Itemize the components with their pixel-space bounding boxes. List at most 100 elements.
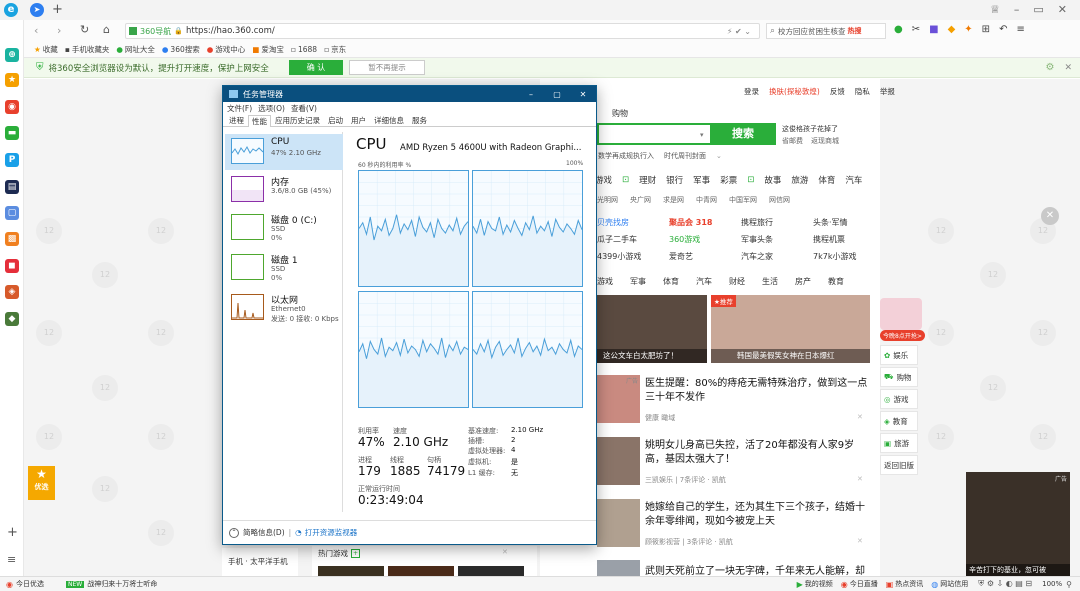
news-tab[interactable]: 军事 [630,276,646,287]
search-suggestion[interactable]: 时代周刊封面 [664,151,706,161]
tab-app-history[interactable]: 应用历史记录 [271,114,324,126]
status-site-credit[interactable]: 网站信用 [940,579,968,589]
compass-icon[interactable]: ➤ [30,3,44,17]
resource-memory[interactable]: 内存 3.6/8.0 GB (45%) [225,172,343,208]
search-dropdown-icon[interactable]: ▾ [700,131,704,139]
promo-gift-icon[interactable] [880,298,922,330]
bookmark-mobile[interactable]: ▪ 手机收藏夹 [65,44,110,55]
bookmark-jd[interactable]: ▫ 京东 [324,44,346,55]
search-input[interactable] [597,123,710,145]
bookmark-360search[interactable]: ● 360搜索 [162,44,200,55]
nav-item[interactable]: 银行 [666,174,683,186]
gov-link[interactable]: 中青网 [696,195,717,205]
zoom-icon[interactable]: ⚲ [1066,580,1072,589]
sidebar-favorites-icon[interactable]: ★ [5,73,19,87]
undo-icon[interactable]: ↶ [999,24,1007,35]
back-icon[interactable]: ‹ [34,24,38,37]
scissors-icon[interactable]: ✂ [912,24,920,35]
news-close-icon[interactable]: ✕ [857,475,863,483]
news-tab[interactable]: 房产 [795,276,811,287]
tab-processes[interactable]: 进程 [225,114,248,126]
grid-icon[interactable]: ⊞ [982,24,990,35]
open-resource-monitor-link[interactable]: 打开资源监视器 [305,527,358,538]
resource-disk-0[interactable]: 磁盘 0 (C:) SSD 0% [225,210,343,246]
plus-icon[interactable]: + [351,549,361,558]
extension-icon[interactable]: ■ [929,24,938,35]
shield-icon[interactable]: ◆ [948,24,956,35]
bookmark-1688[interactable]: ▫ 1688 [291,45,317,54]
news-tab[interactable]: 游戏 [597,276,613,287]
sidebar-game-icon[interactable]: ▩ [5,232,19,246]
nav-item[interactable]: 汽车 [845,174,862,186]
site-link[interactable]: 爱奇艺 [669,251,741,262]
skin-close-icon[interactable]: ✕ [1041,207,1059,225]
game-icon[interactable]: ✦ [964,24,972,35]
resource-cpu[interactable]: CPU 47% 2.10 GHz [225,134,343,170]
tab-services[interactable]: 服务 [408,114,431,126]
news-tab[interactable]: 财经 [729,276,745,287]
sidebar-news-icon[interactable]: ▤ [5,180,19,194]
site-link[interactable]: 贝壳找房 [597,217,669,228]
promo-bubble[interactable]: 今晚8点开抢> [880,330,925,341]
feedback-link[interactable]: 反馈 [830,86,845,97]
site-link[interactable]: 头条·军情 [813,217,867,228]
status-today-deals[interactable]: 今日优选 [16,579,44,589]
side-menu-item[interactable]: 旅游 [894,438,909,449]
sidebar-game3-icon[interactable]: ◆ [5,312,19,326]
news-close-icon[interactable]: ✕ [857,413,863,421]
search-link-postage[interactable]: 省邮费 [782,136,803,146]
status-tools-icon[interactable]: ⛨ ⚙ ⇩ ◐ ▤ ⊟ [978,579,1032,589]
reload-icon[interactable]: ↻ [80,23,89,36]
bookmark-games[interactable]: ● 游戏中心 [207,44,246,55]
search-tab-shopping[interactable]: 购物 [612,108,628,119]
news-title[interactable]: 姚明女儿身高已失控，活了20年都没有人家9岁高，基因太强大了！ [645,439,870,467]
tm-menu-file[interactable]: 文件(F) [227,103,252,114]
bookmark-sites[interactable]: ● 网址大全 [116,44,155,55]
status-news-ticker[interactable]: 战神归来十万将士听命 [87,579,157,589]
chevron-up-icon[interactable]: ⌃ [229,527,239,538]
tm-close-button[interactable]: ✕ [570,90,596,99]
news-title[interactable]: 她嫁给自己的学生，还为其生下三个孩子，结婚十余年零绯闻，现如今被宠上天 [645,501,870,529]
news-tab[interactable]: 教育 [828,276,844,287]
maximize-button[interactable]: ▭ [1026,3,1050,16]
skin-icon[interactable]: ♕ [983,3,1007,16]
game-thumb[interactable] [458,566,524,576]
notice-confirm-button[interactable]: 确 认 [288,60,344,75]
news-thumb[interactable] [597,560,640,576]
sidebar-game2-icon[interactable]: ◈ [5,285,19,299]
settings-icon[interactable]: ⚙ [1045,62,1054,73]
hot-games-title[interactable]: 热门游戏 [318,548,348,559]
side-menu-item[interactable]: 购物 [896,372,911,383]
status-hot-news[interactable]: 热点资讯 [895,579,923,589]
minimize-button[interactable]: – [1007,3,1027,16]
search-hint[interactable]: 这俊格孩子花掉了 [782,124,838,134]
address-tools-icon[interactable]: ⚡ ✔ ⌄ [727,27,759,36]
gov-link[interactable]: 中国军网 [729,195,757,205]
zoom-level[interactable]: 100% [1042,580,1062,588]
browser-search-box[interactable]: ⌕ 校方回应贫困生核查 热搜 [766,23,886,39]
gov-link[interactable]: 光明网 [597,195,618,205]
left-promo[interactable]: ★ 优选 [28,466,55,500]
report-link[interactable]: 举报 [880,86,895,97]
site-link[interactable]: 7k7k小游戏 [813,251,867,262]
side-menu-item[interactable]: 娱乐 [893,350,908,361]
sidebar-ip-icon[interactable]: P [5,153,19,167]
notice-dismiss-button[interactable]: 暂不再提示 [349,60,425,75]
site-link[interactable]: 聚品会 318 [669,217,741,228]
tab-users[interactable]: 用户 [347,114,370,126]
tab-details[interactable]: 详细信息 [370,114,408,126]
news-image-2[interactable]: ★推荐 韩国最美假笑女神在日本爆红 [711,295,870,363]
sidebar-app-icon[interactable]: ⊕ [5,48,19,62]
nav-item[interactable]: 体育 [818,174,835,186]
news-tab[interactable]: 体育 [663,276,679,287]
tm-maximize-button[interactable]: ▢ [544,90,570,99]
tm-menu-view[interactable]: 查看(V) [291,103,317,114]
nav-item[interactable]: 故事 [764,174,781,186]
fewer-details-button[interactable]: 简略信息(D) [243,527,285,538]
skin-link[interactable]: 换肤(探秘敦煌) [769,86,820,97]
nav-item[interactable]: 理财 [639,174,656,186]
game-thumb[interactable] [318,566,384,576]
gov-link[interactable]: 央广网 [630,195,651,205]
site-link[interactable]: 携程机票 [813,234,867,245]
address-bar[interactable]: 360导航 🔒 https://hao.360.com/ ⚡ ✔ ⌄ [125,23,760,39]
